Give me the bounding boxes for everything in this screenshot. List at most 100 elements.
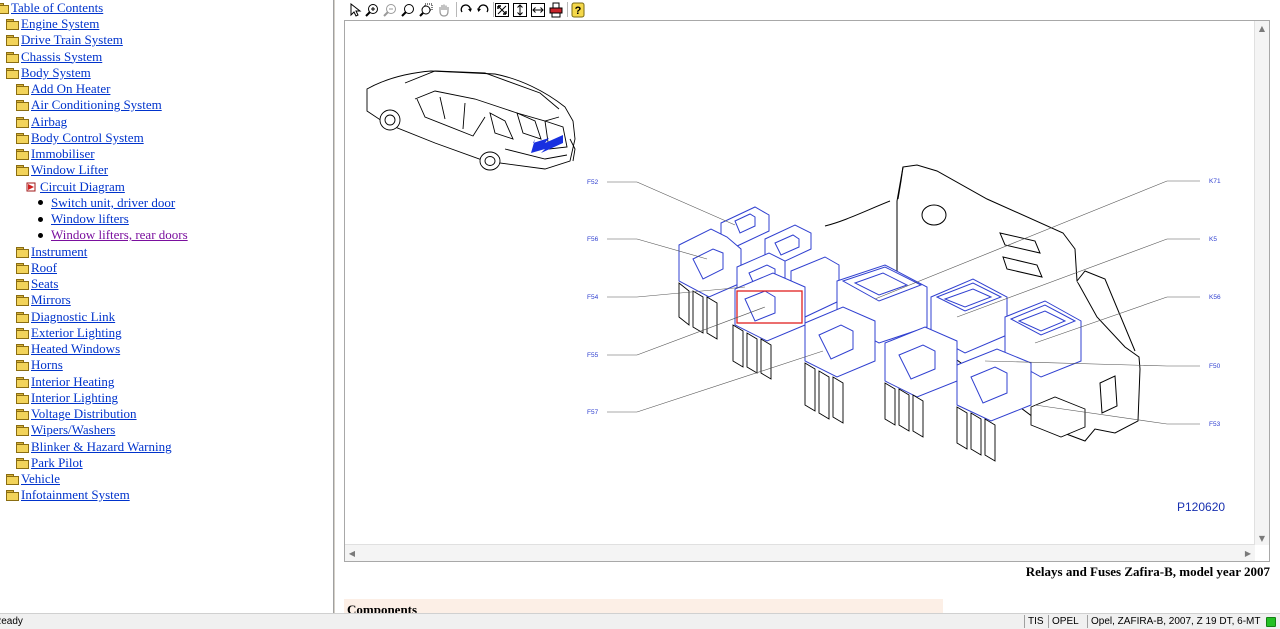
help-tool[interactable]: ? bbox=[570, 1, 586, 18]
folder-icon bbox=[16, 344, 29, 355]
tree-item-link[interactable]: Body System bbox=[21, 65, 91, 80]
select-arrow-tool[interactable] bbox=[348, 1, 364, 18]
tree-item[interactable]: Body System bbox=[6, 65, 91, 81]
tree-item[interactable]: Air Conditioning System bbox=[16, 97, 162, 113]
tree-item-link[interactable]: Mirrors bbox=[31, 292, 71, 307]
scroll-down-icon[interactable]: ▼ bbox=[1255, 531, 1269, 545]
horizontal-scrollbar[interactable]: ◀ ▶ bbox=[345, 544, 1255, 561]
tree-item[interactable]: Interior Lighting bbox=[16, 390, 118, 406]
tree-item[interactable]: Airbag bbox=[16, 114, 67, 130]
fit-window-tool[interactable] bbox=[494, 1, 510, 18]
rotate-cw-tool[interactable] bbox=[458, 1, 474, 18]
folder-icon bbox=[16, 132, 29, 144]
label-k5: K5 bbox=[1209, 236, 1217, 243]
status-app: TIS bbox=[1024, 615, 1048, 628]
tree-item[interactable]: Park Pilot bbox=[16, 455, 83, 471]
tree-item[interactable]: Seats bbox=[16, 276, 58, 292]
zoom-out-tool[interactable] bbox=[382, 1, 398, 18]
tree-item[interactable]: Add On Heater bbox=[16, 81, 110, 97]
tree-item[interactable]: Infotainment System bbox=[6, 487, 130, 503]
tree-item-link[interactable]: Body Control System bbox=[31, 130, 144, 145]
tree-item-link[interactable]: Exterior Lighting bbox=[31, 325, 122, 340]
tree-item-link[interactable]: Wipers/Washers bbox=[31, 422, 115, 437]
tree-item[interactable]: Window lifters bbox=[36, 211, 129, 227]
tree-item-link[interactable]: Blinker & Hazard Warning bbox=[31, 439, 172, 454]
tree-item[interactable]: Roof bbox=[16, 260, 57, 276]
pane-splitter[interactable] bbox=[333, 0, 336, 613]
tree-item[interactable]: Immobiliser bbox=[16, 146, 95, 162]
tree-item[interactable]: Window lifters, rear doors bbox=[36, 227, 188, 243]
folder-icon bbox=[16, 116, 29, 128]
tree-item-link[interactable]: Interior Heating bbox=[31, 374, 114, 389]
tree-item-link[interactable]: Diagnostic Link bbox=[31, 309, 115, 324]
tree-item[interactable]: Voltage Distribution bbox=[16, 406, 137, 422]
tree-item[interactable]: Blinker & Hazard Warning bbox=[16, 439, 172, 455]
tree-item[interactable]: Diagnostic Link bbox=[16, 309, 115, 325]
zoom-area-tool[interactable] bbox=[418, 1, 434, 18]
diagram-viewer[interactable]: F52 F56 F54 F55 F57 K71 K5 K56 F50 F53 P… bbox=[344, 20, 1270, 562]
tree-item[interactable]: Switch unit, driver door bbox=[36, 195, 175, 211]
tree-item[interactable]: Chassis System bbox=[6, 49, 102, 65]
tree-item-link[interactable]: Instrument bbox=[31, 244, 87, 259]
print-tool[interactable] bbox=[548, 1, 564, 18]
label-k71: K71 bbox=[1209, 178, 1221, 185]
tree-item-link[interactable]: Roof bbox=[31, 260, 57, 275]
tree-item-link[interactable]: Add On Heater bbox=[31, 81, 110, 96]
tree-item[interactable]: Circuit Diagram bbox=[26, 179, 125, 195]
tree-item[interactable]: Instrument bbox=[16, 244, 87, 260]
zoom-in-tool[interactable] bbox=[364, 1, 380, 18]
tree-item-link[interactable]: Chassis System bbox=[21, 49, 102, 64]
scroll-up-icon[interactable]: ▲ bbox=[1255, 21, 1269, 35]
tree-item[interactable]: Horns bbox=[16, 357, 63, 373]
tree-item-link[interactable]: Airbag bbox=[31, 114, 67, 129]
tree-item[interactable]: Body Control System bbox=[16, 130, 144, 146]
zoom-tool[interactable] bbox=[400, 1, 416, 18]
tree-item-link[interactable]: Horns bbox=[31, 357, 63, 372]
tree-item[interactable]: Mirrors bbox=[16, 292, 71, 308]
tree-item-link[interactable]: Window Lifter bbox=[31, 162, 108, 177]
label-f56: F56 bbox=[587, 236, 599, 243]
tree-root[interactable]: Table of Contents bbox=[0, 0, 103, 16]
tree-item[interactable]: Engine System bbox=[6, 16, 99, 32]
diagram-caption: Relays and Fuses Zafira-B, model year 20… bbox=[1025, 564, 1270, 579]
tree-item-link[interactable]: Circuit Diagram bbox=[40, 179, 125, 194]
tree-item-link[interactable]: Air Conditioning System bbox=[31, 97, 162, 112]
tree-item-link[interactable]: Engine System bbox=[21, 16, 99, 31]
tree-item-link[interactable]: Window lifters bbox=[51, 211, 129, 226]
tree-item[interactable]: Vehicle bbox=[6, 471, 60, 487]
folder-icon bbox=[16, 279, 29, 290]
status-vehicle: Opel, ZAFIRA-B, 2007, Z 19 DT, 6-MT bbox=[1087, 615, 1261, 628]
tree-item[interactable]: Exterior Lighting bbox=[16, 325, 122, 341]
viewer-toolbar: ? bbox=[344, 0, 594, 20]
scroll-left-icon[interactable]: ◀ bbox=[345, 546, 359, 560]
folder-icon bbox=[6, 474, 19, 485]
tree-root-link[interactable]: Table of Contents bbox=[11, 0, 103, 15]
tree-item[interactable]: Window Lifter bbox=[16, 162, 108, 178]
tree-item-link[interactable]: Drive Train System bbox=[21, 32, 123, 47]
fit-height-tool[interactable] bbox=[512, 1, 528, 18]
print-icon bbox=[549, 2, 563, 17]
tree-item-link[interactable]: Seats bbox=[31, 276, 58, 291]
fit-width-tool[interactable] bbox=[530, 1, 546, 18]
tree-item-link[interactable]: Heated Windows bbox=[31, 341, 120, 356]
vertical-scrollbar[interactable]: ▲ ▼ bbox=[1254, 21, 1269, 545]
folder-icon bbox=[6, 490, 19, 502]
pan-tool[interactable] bbox=[436, 1, 452, 18]
tree-item-link[interactable]: Voltage Distribution bbox=[31, 406, 137, 421]
tree-item[interactable]: Interior Heating bbox=[16, 374, 114, 390]
tree-item-link[interactable]: Infotainment System bbox=[21, 487, 130, 502]
tree-item-link[interactable]: Park Pilot bbox=[31, 455, 83, 470]
rotate-ccw-tool[interactable] bbox=[475, 1, 491, 18]
folder-icon bbox=[16, 295, 29, 307]
tree-item[interactable]: Wipers/Washers bbox=[16, 422, 115, 438]
tree-item-link[interactable]: Window lifters, rear doors bbox=[51, 227, 188, 242]
scroll-right-icon[interactable]: ▶ bbox=[1241, 546, 1255, 560]
tree-item-link[interactable]: Vehicle bbox=[21, 471, 60, 486]
tree-item-link[interactable]: Immobiliser bbox=[31, 146, 95, 161]
tree-item[interactable]: Drive Train System bbox=[6, 32, 123, 48]
tree-item-link[interactable]: Switch unit, driver door bbox=[51, 195, 175, 210]
folder-icon bbox=[16, 311, 29, 323]
folder-icon bbox=[6, 35, 19, 47]
tree-item[interactable]: Heated Windows bbox=[16, 341, 120, 357]
tree-item-link[interactable]: Interior Lighting bbox=[31, 390, 118, 405]
